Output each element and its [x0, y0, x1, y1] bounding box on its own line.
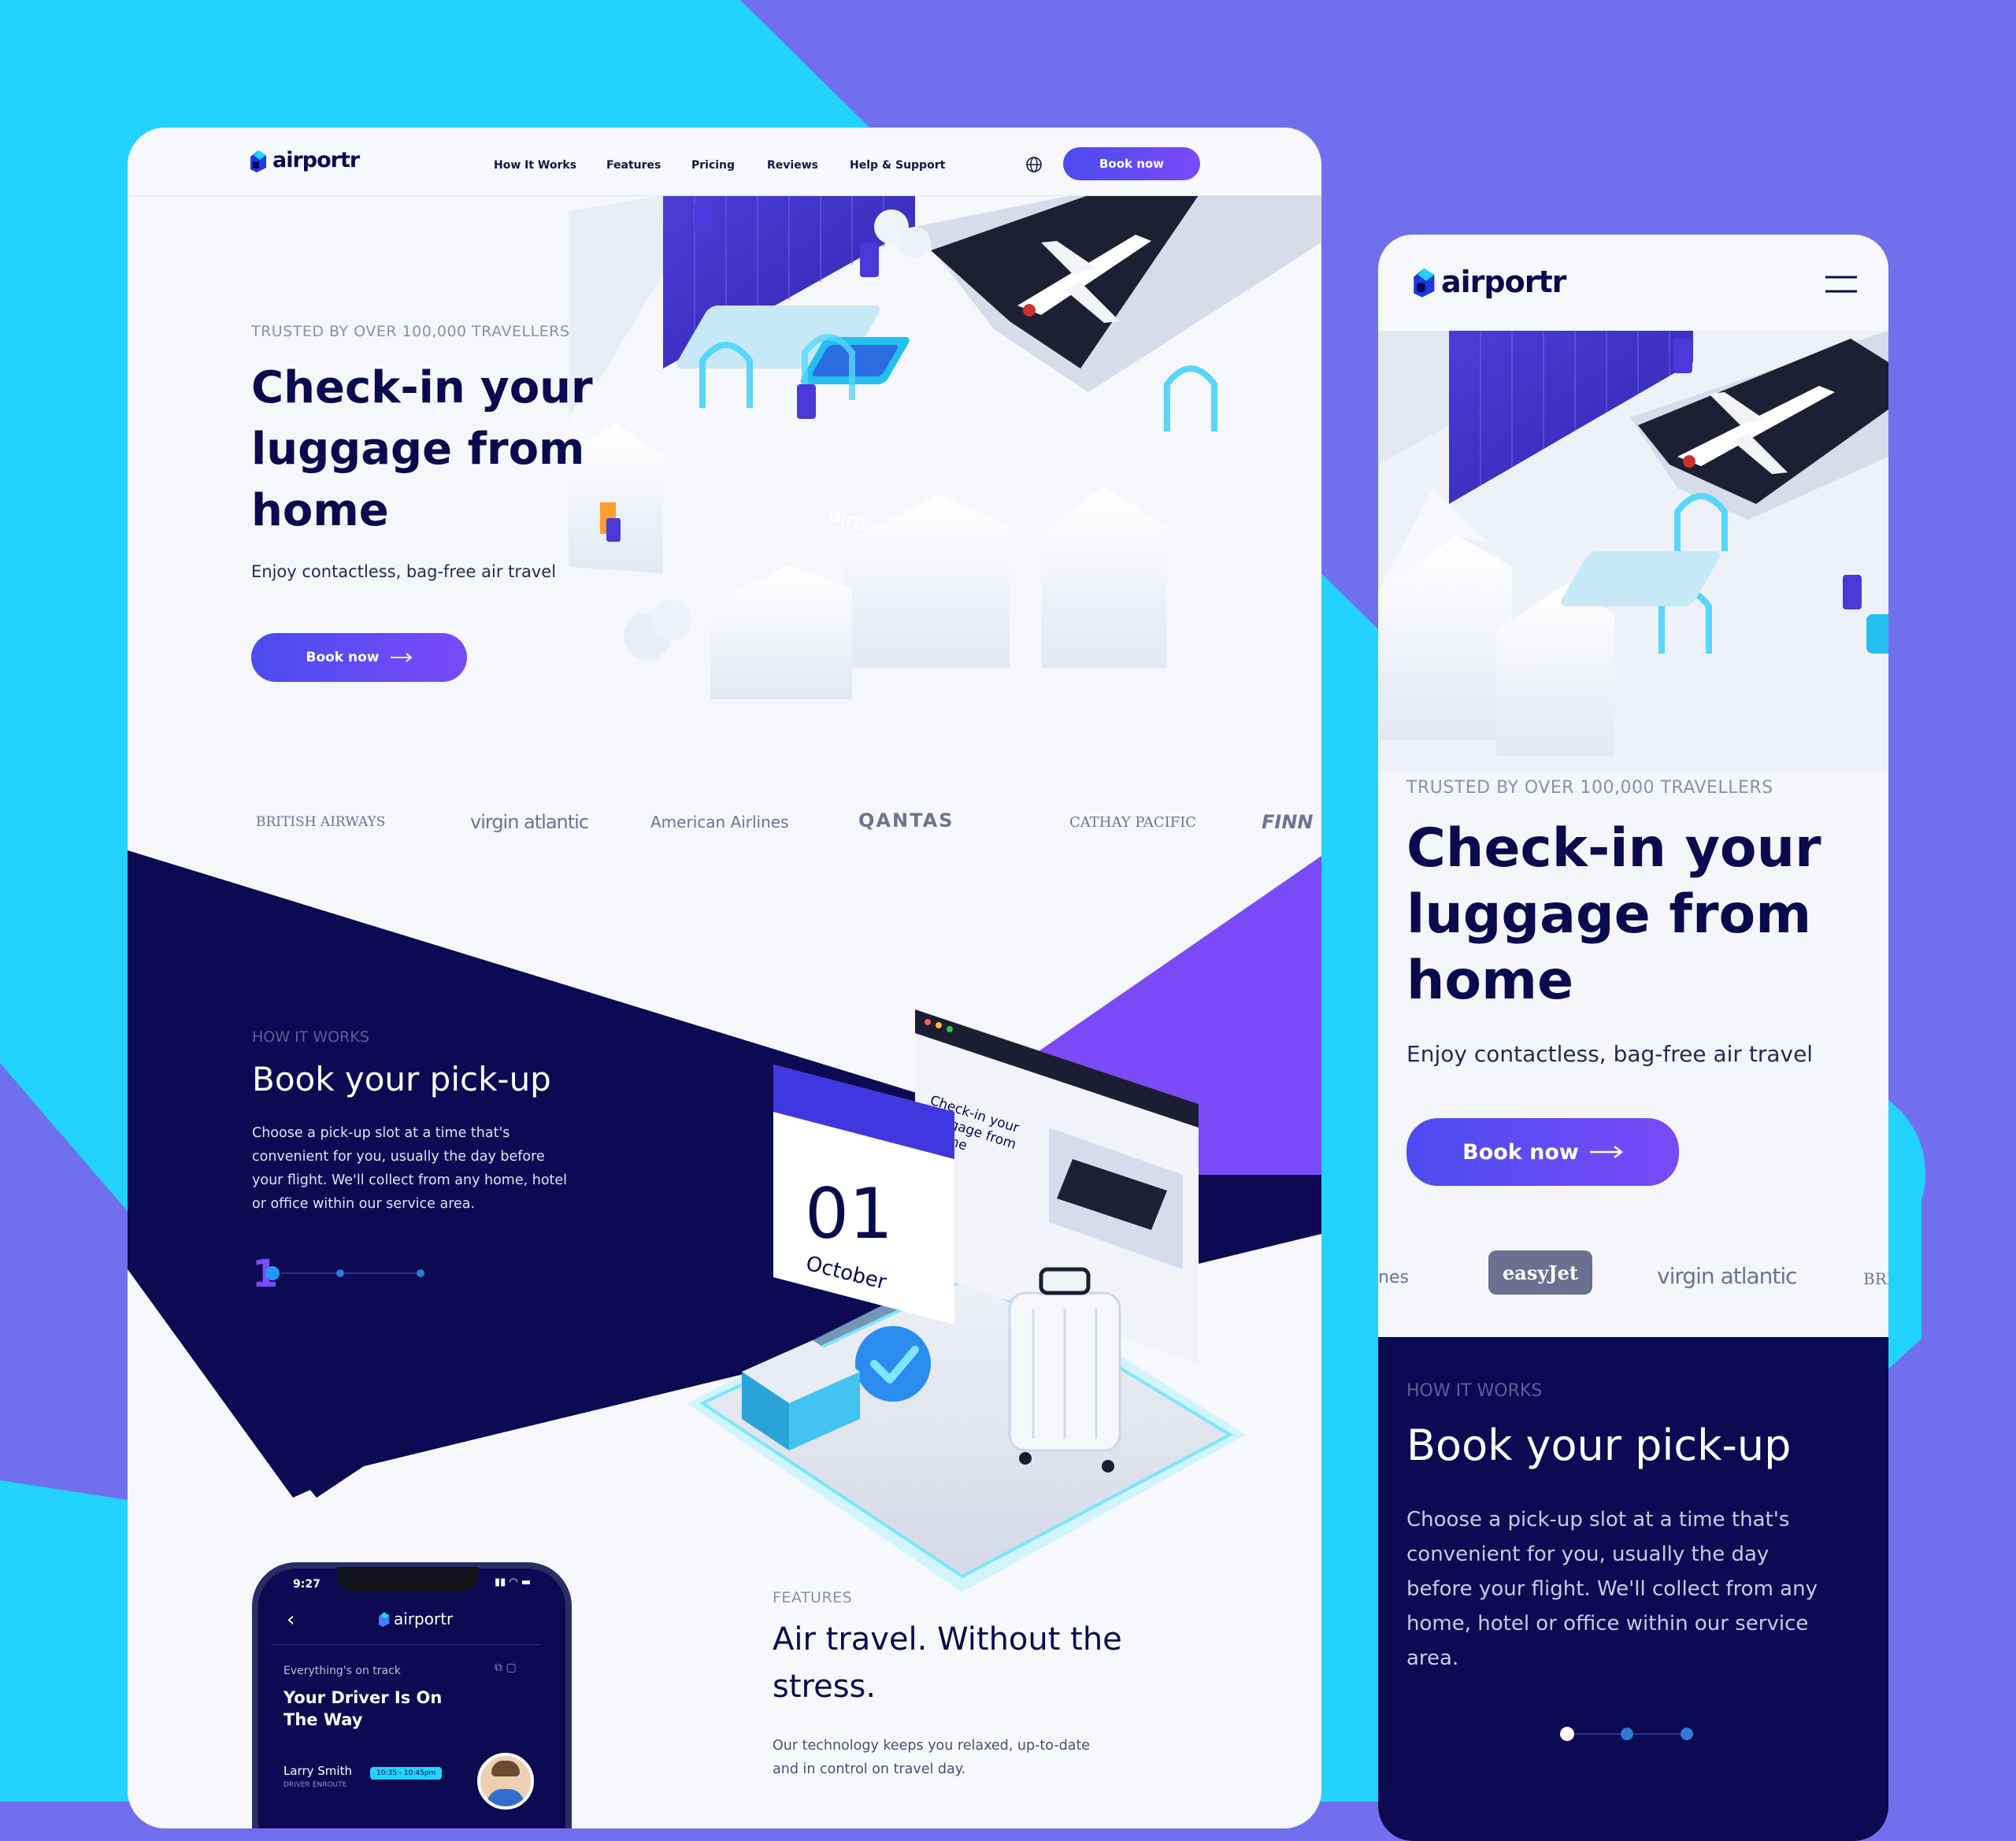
features-body-line: and in control on travel day. [773, 1761, 966, 1777]
driver-status: DRIVER ENROUTE [284, 1781, 347, 1789]
booking-illustration: Check-in your luggage from home 01 Octob… [687, 1009, 1246, 1592]
driver-name: Larry Smith [284, 1764, 352, 1778]
step-progress[interactable]: 1 [246, 1252, 561, 1301]
mobile-brand-name: airportr [1441, 265, 1566, 299]
signal-battery-icon: ▮▮ ◠ ▬ [495, 1576, 532, 1588]
phone-time: 9:27 [293, 1578, 321, 1591]
features-body-line: Our technology keeps you relaxed, up-to-… [773, 1738, 1091, 1754]
hamburger-menu-icon[interactable] [1825, 272, 1857, 296]
headline-line: Your Driver Is On [284, 1688, 443, 1707]
header-book-now-label: Book now [1099, 157, 1165, 171]
globe-icon[interactable] [1025, 156, 1043, 173]
desktop-page-mockup: airportr How It Works Features Pricing R… [128, 128, 1321, 1828]
mobile-book-now-label: Book now [1462, 1139, 1579, 1165]
body-line: your flight. We'll collect from any home… [252, 1172, 568, 1188]
nav-how-it-works[interactable]: How It Works [494, 159, 576, 172]
phone-status-title: Everything's on track [284, 1665, 401, 1677]
mobile-how-it-works-title: Book your pick-up [1406, 1421, 1792, 1470]
body-line: or office within our service area. [252, 1196, 476, 1212]
airline-logo-british-airways: BRI [1863, 1269, 1888, 1288]
mobile-hero-title-line: luggage from [1406, 883, 1812, 946]
nav-reviews[interactable]: Reviews [767, 159, 818, 172]
body-line: home, hotel or office within our service [1406, 1612, 1809, 1635]
body-line: convenient for you, usually the day [1406, 1543, 1770, 1566]
mobile-step-dots[interactable] [1558, 1724, 1707, 1743]
airline-logo-easyjet: easyJet [1488, 1250, 1592, 1295]
mobile-hero-illustration [1378, 331, 1888, 772]
features-title: Air travel. Without the stress. [773, 1616, 1122, 1710]
airportr-logo-icon [1414, 269, 1435, 298]
mobile-header: airportr [1378, 235, 1888, 331]
how-it-works-eyebrow: HOW IT WORKS [252, 1028, 369, 1046]
body-line: before your flight. We'll collect from a… [1406, 1577, 1818, 1601]
mobile-how-it-works-body: Choose a pick-up slot at a time that's c… [1406, 1502, 1818, 1676]
mobile-page-mockup: airportr TRUSTED BY OVER 100,000 TRAVELL… [1378, 235, 1888, 1841]
driver-avatar [477, 1753, 534, 1810]
phone-headline: Your Driver Is On The Way [284, 1687, 442, 1731]
mobile-book-now-button[interactable]: Book now [1406, 1118, 1679, 1186]
phone-logo: airportr [376, 1609, 453, 1628]
mobile-how-it-works-eyebrow: HOW IT WORKS [1406, 1381, 1543, 1401]
mobile-hero-title: Check-in your luggage from home [1406, 816, 1821, 1014]
headline-line: The Way [284, 1710, 363, 1729]
phone-icons[interactable]: ⧉ ▢ [495, 1661, 517, 1674]
mobile-hero-title-line: home [1406, 950, 1574, 1012]
phone-divider [271, 1644, 540, 1645]
mobile-hero-subtitle: Enjoy contactless, bag-free air travel [1406, 1041, 1814, 1067]
airportr-logo-icon [379, 1612, 390, 1627]
header-book-now-button[interactable]: Book now [1063, 147, 1200, 180]
features-eyebrow: FEATURES [773, 1589, 853, 1606]
back-arrow-icon[interactable]: ‹ [287, 1608, 295, 1632]
calendar-day: 01 [805, 1173, 893, 1254]
step-dots [265, 1266, 424, 1280]
nav-help-support[interactable]: Help & Support [850, 159, 945, 172]
desktop-logo[interactable]: airportr [247, 148, 360, 172]
features-body: Our technology keeps you relaxed, up-to-… [773, 1734, 1090, 1781]
features-title-line: Air travel. Without the [773, 1621, 1122, 1658]
airportr-logo-icon [250, 150, 266, 172]
body-line: convenient for you, usually the day befo… [252, 1149, 545, 1165]
features-title-line: stress. [773, 1669, 876, 1705]
brand-name: airportr [272, 148, 360, 172]
arrow-right-icon [1589, 1146, 1623, 1158]
body-line: area. [1406, 1647, 1459, 1670]
how-it-works-body: Choose a pick-up slot at a time that's c… [252, 1121, 567, 1216]
phone-notch [337, 1567, 479, 1592]
desktop-header: airportr How It Works Features Pricing R… [128, 128, 1321, 196]
body-line: Choose a pick-up slot at a time that's [1406, 1508, 1790, 1532]
easyjet-label: easyJet [1503, 1261, 1578, 1284]
airline-logo-virgin-atlantic: virgin atlantic [1657, 1263, 1798, 1289]
mobile-logo[interactable]: airportr [1410, 265, 1566, 299]
time-slot-badge: 10:35 - 10:45pm [370, 1767, 443, 1780]
mobile-hero-eyebrow: TRUSTED BY OVER 100,000 TRAVELLERS [1406, 778, 1773, 798]
how-it-works-title: Book your pick-up [252, 1060, 551, 1098]
airline-logo-american-airlines: nes [1378, 1268, 1409, 1287]
mobile-how-it-works-section: HOW IT WORKS Book your pick-up Choose a … [1378, 1337, 1888, 1841]
nav-pricing[interactable]: Pricing [691, 159, 735, 172]
phone-mockup: 9:27 ▮▮ ◠ ▬ ‹ airportr Everything's on t… [252, 1562, 572, 1828]
phone-brand-name: airportr [394, 1609, 454, 1628]
body-line: Choose a pick-up slot at a time that's [252, 1125, 510, 1141]
nav-features[interactable]: Features [606, 159, 661, 172]
mobile-hero-title-line: Check-in your [1406, 817, 1821, 880]
